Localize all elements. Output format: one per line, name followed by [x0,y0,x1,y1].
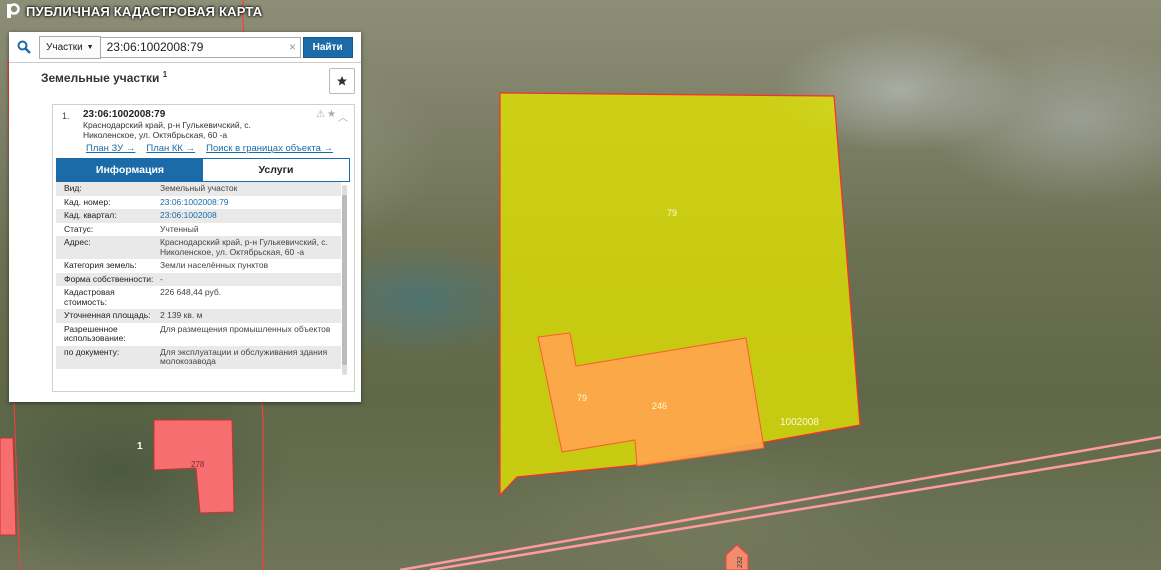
table-row: Форма собственности: - [56,272,341,286]
pkk-logo-icon [7,3,20,18]
star-icon [337,76,347,86]
left-parcel-code: 278 [191,460,205,469]
search-icon[interactable] [9,32,39,62]
find-button[interactable]: Найти [302,36,353,58]
tab-services[interactable]: Услуги [203,159,349,181]
card-actions: ⚠ ★ ︿ [316,109,348,124]
table-row: Кад. квартал: 23:06:1002008 [56,209,341,223]
info-scrollbar[interactable] [342,185,347,375]
bottom-code: 232 [737,556,744,568]
result-links: План ЗУ → План КК → Поиск в границах объ… [86,143,333,154]
warning-icon[interactable]: ⚠ [316,109,325,124]
left-parcel-num: 1 [137,441,143,452]
table-row: Уточненная площадь: 2 139 кв. м [56,309,341,323]
result-tabs: Информация Услуги [56,158,350,182]
table-row: Адрес: Краснодарский край, р-н Гулькевичс… [56,236,341,259]
search-row: Участки ▼ × Найти [9,32,361,63]
result-cad-number[interactable]: 23:06:1002008:79 [83,109,165,120]
favorite-button[interactable] [329,68,355,94]
building-code: 246 [652,401,667,411]
search-input[interactable] [100,36,301,58]
link-plan-kk[interactable]: План КК → [146,143,195,154]
tab-info[interactable]: Информация [57,159,203,181]
link-search-bounds[interactable]: Поиск в границах объекта → [206,143,333,154]
section-title: Земельные участки 1 [41,70,168,85]
link-plan-zu[interactable]: План ЗУ → [86,143,135,154]
scope-value: Участки [46,41,83,53]
scrollbar-thumb[interactable] [342,195,347,365]
star-outline-icon[interactable]: ★ [327,109,336,124]
app-bar: ПУБЛИЧНАЯ КАДАСТРОВАЯ КАРТА [6,3,262,19]
edge-parcel[interactable] [0,437,17,536]
result-card[interactable]: 1. 23:06:1002008:79 Краснодарский край, … [52,104,355,392]
table-row: Вид: Земельный участок [56,182,341,196]
quarter-label: 1002008 [780,417,819,428]
parcel-label: 79 [667,208,677,218]
chevron-up-icon[interactable]: ︿ [338,109,348,124]
table-row: Кад. номер: 23:06:1002008:79 [64,196,229,207]
table-row: по документу: Для эксплуатации и обслужив… [56,345,341,369]
building-label: 79 [577,393,587,403]
table-row: Разрешенное использование: Для размещения… [64,323,331,343]
table-row: Категория земель: Земли населённых пункто… [64,260,269,270]
table-row: Кадастровая стоимость: 226 648,44 руб. [64,287,222,307]
result-address: Краснодарский край, р-н Гулькевичский, с… [83,120,251,140]
section-count: 1 [162,70,168,79]
table-row: Статус: Учтенный [64,223,199,234]
info-table: Вид: Земельный участок Кад. номер: 23:06:1… [56,182,341,388]
result-index: 1. [62,111,70,121]
clear-icon[interactable]: × [289,40,296,54]
caret-down-icon: ▼ [86,43,94,51]
app-title: ПУБЛИЧНАЯ КАДАСТРОВАЯ КАРТА [26,3,263,19]
scope-dropdown[interactable]: Участки ▼ [39,35,101,59]
